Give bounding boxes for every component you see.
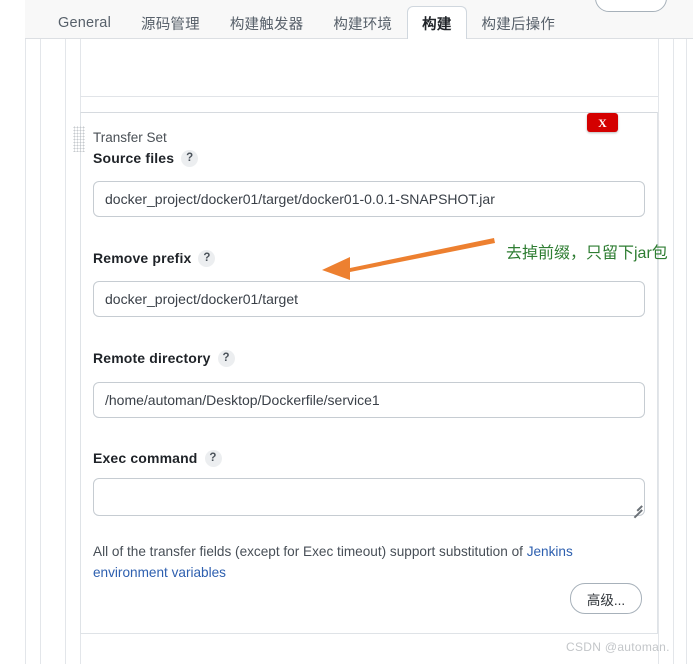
partial-button-above[interactable] [595, 0, 667, 12]
note-prefix-text: All of the transfer fields (except for E… [93, 544, 527, 559]
panel-gutter-right-1 [658, 39, 659, 664]
panel-gutter-right-3 [686, 39, 687, 664]
tab-label: 源码管理 [141, 16, 200, 33]
remote-directory-input[interactable] [93, 382, 645, 418]
help-icon-remove-prefix[interactable]: ? [198, 250, 216, 267]
label-remove-prefix: Remove prefix? [93, 250, 216, 267]
tab-label: 构建 [422, 16, 452, 33]
label-remove-prefix-text: Remove prefix [93, 250, 192, 266]
help-icon-remote-directory[interactable]: ? [217, 350, 235, 367]
label-source-files: Source files? [93, 150, 199, 167]
tab-label: General [58, 15, 111, 31]
source-files-input[interactable] [93, 181, 645, 217]
csdn-watermark: CSDN @automan. [566, 640, 670, 654]
panel-gutter-2 [40, 39, 41, 664]
tab-1[interactable]: 源码管理 [126, 6, 215, 39]
delete-transfer-set-button[interactable]: X [587, 113, 618, 132]
exec-command-textarea[interactable] [93, 478, 645, 516]
label-exec-command: Exec command? [93, 450, 222, 467]
label-remote-directory: Remote directory? [93, 350, 235, 367]
tab-5[interactable]: 构建后操作 [467, 6, 571, 39]
tab-label: 构建触发器 [229, 16, 304, 33]
panel-gutter-right-2 [673, 39, 674, 664]
tab-label: 构建后操作 [481, 16, 556, 33]
panel-gutter-3 [65, 39, 66, 664]
panel-divider [80, 96, 658, 97]
label-source-files-text: Source files [93, 150, 175, 166]
label-remote-directory-text: Remote directory [93, 350, 211, 366]
tab-3[interactable]: 构建环境 [318, 6, 407, 39]
help-icon-exec-command[interactable]: ? [204, 450, 222, 467]
config-tab-bar: General 源码管理 构建触发器 构建环境 构建 构建后操作 [25, 0, 693, 40]
config-tabs: General 源码管理 构建触发器 构建环境 构建 构建后操作 [43, 0, 571, 40]
label-exec-command-text: Exec command [93, 450, 198, 466]
drag-handle-icon[interactable] [73, 126, 85, 152]
green-note-annotation: 去掉前缀，只留下jar包 [506, 245, 668, 262]
transfer-fields-note: All of the transfer fields (except for E… [93, 541, 593, 583]
tab-4[interactable]: 构建 [407, 6, 467, 40]
tab-label: 构建环境 [333, 16, 393, 33]
tab-2[interactable]: 构建触发器 [215, 6, 319, 39]
help-icon-source-files[interactable]: ? [181, 150, 199, 167]
advanced-button[interactable]: 高级... [570, 583, 642, 614]
remove-prefix-input[interactable] [93, 281, 645, 317]
tab-0[interactable]: General [43, 6, 126, 39]
jenkins-job-config-page: General 源码管理 构建触发器 构建环境 构建 构建后操作 X Transfer S… [0, 0, 693, 664]
transfer-set-title: Transfer Set [93, 130, 167, 145]
panel-gutter-1 [25, 39, 26, 664]
